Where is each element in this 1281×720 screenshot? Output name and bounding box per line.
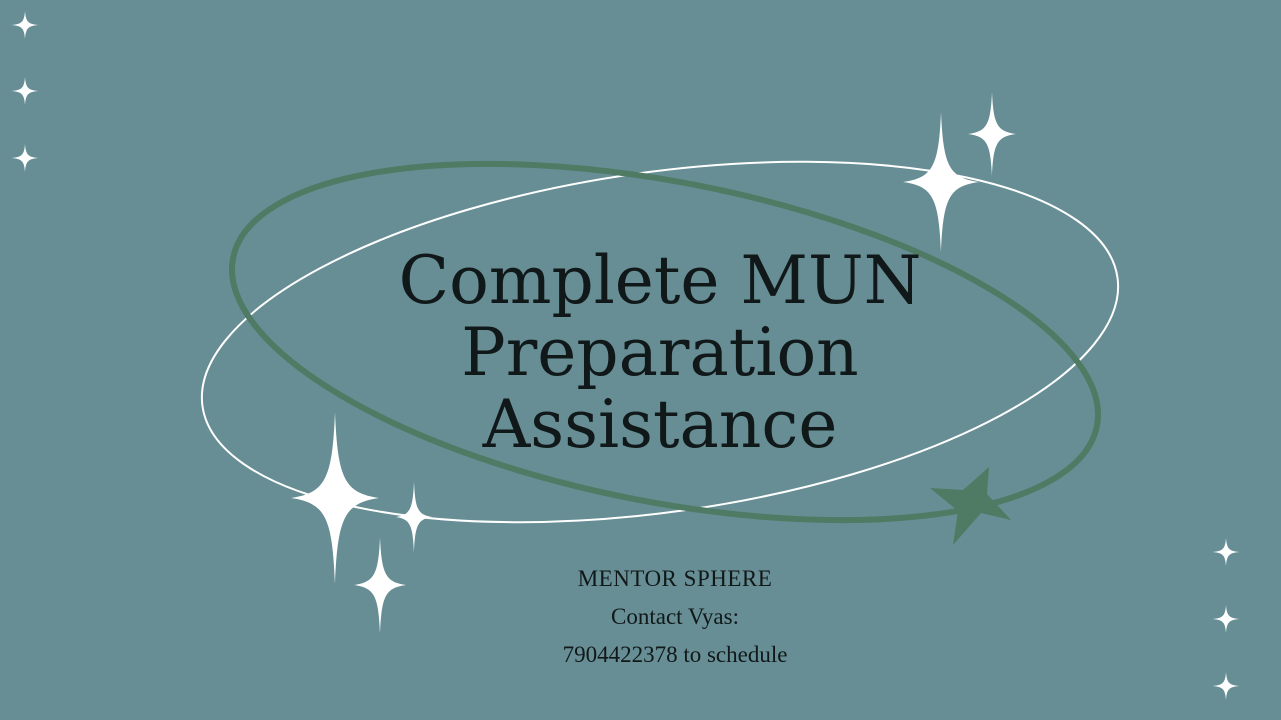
sparkle-icon (354, 537, 406, 633)
sparkle-icon (1212, 538, 1240, 566)
sparkle-icon (903, 112, 979, 252)
sparkle-icon (1212, 605, 1240, 633)
brand-name: MENTOR SPHERE (577, 566, 773, 591)
title-line-2: Preparation (461, 314, 859, 391)
sparkle-icon (11, 144, 39, 172)
sparkle-icon (1212, 672, 1240, 700)
title-line-1: Complete MUN (398, 242, 922, 319)
sparkle-icon (11, 11, 39, 39)
title-line-3: Assistance (482, 386, 838, 463)
sparkle-icon (968, 92, 1016, 176)
sparkle-icon (396, 481, 432, 553)
sparkle-icon (11, 77, 39, 105)
schedule-text: 7904422378 to schedule (562, 642, 788, 667)
star-icon (930, 467, 1011, 545)
title-block: Complete MUN Preparation Assistance (340, 245, 980, 461)
contact-info: MENTOR SPHERE Contact Vyas: 7904422378 t… (475, 560, 875, 674)
contact-label: Contact Vyas: (611, 604, 739, 629)
